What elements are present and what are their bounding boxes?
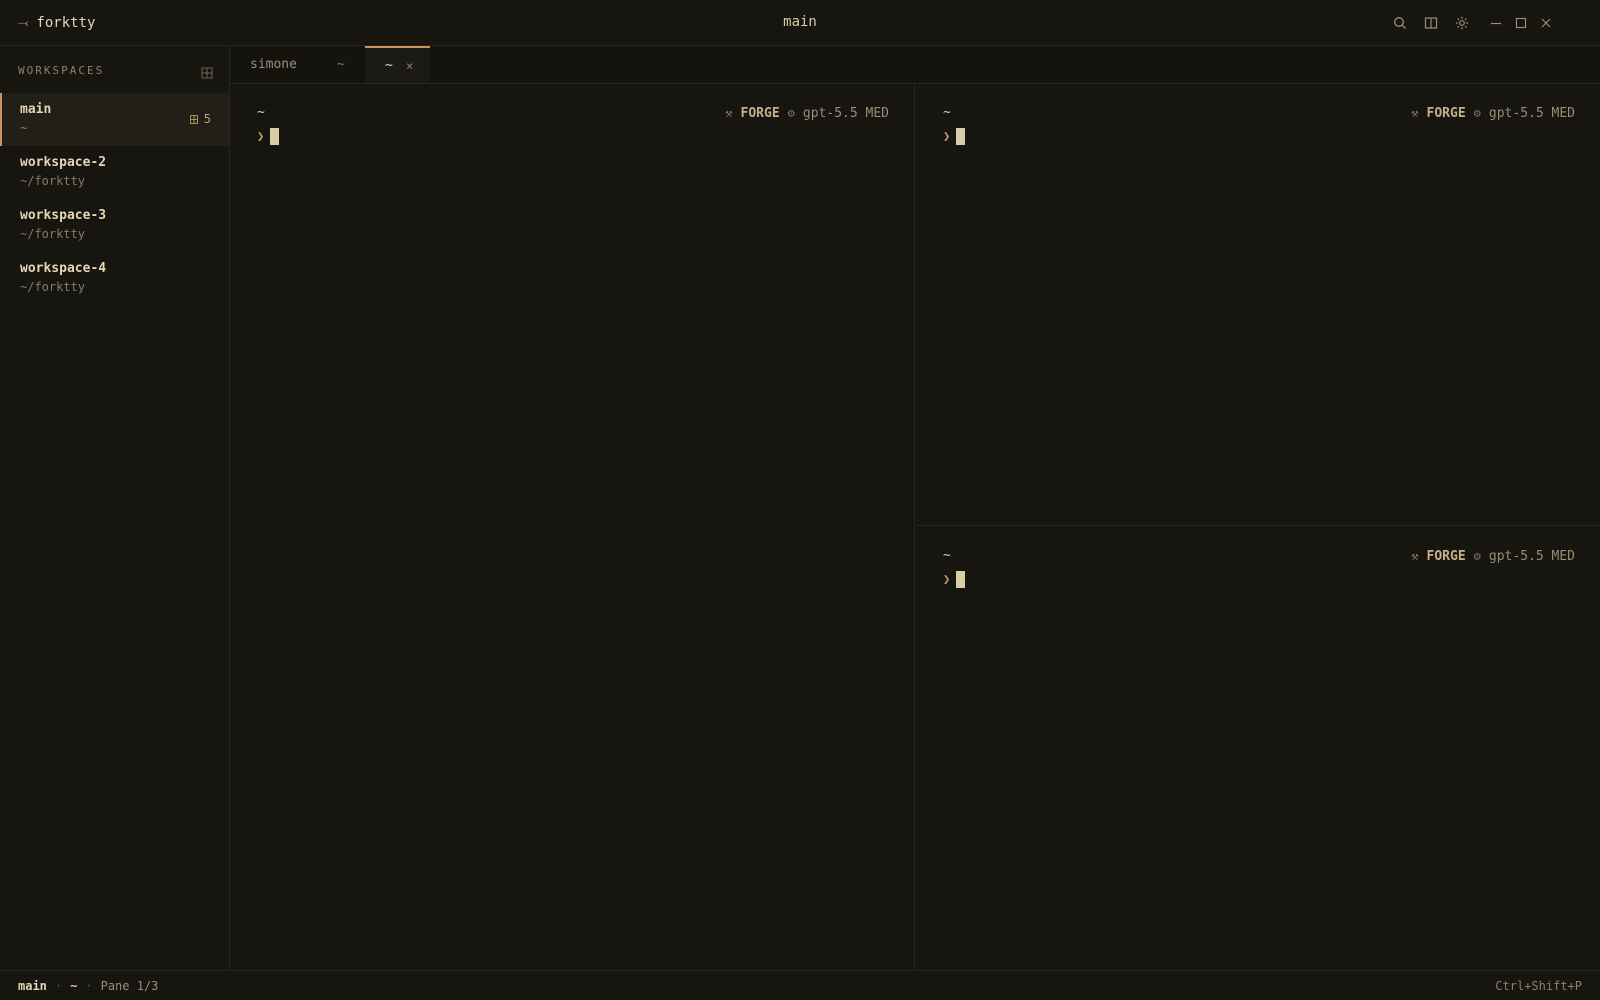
tab-simone[interactable]: simone ~: [230, 46, 365, 83]
workspace-item-main[interactable]: main ~ 5: [0, 93, 229, 146]
prompt-line: ❯: [943, 570, 966, 588]
title-bar: ⤙ forktty main: [0, 0, 1600, 46]
status-pane-indicator: Pane 1/3: [100, 979, 159, 993]
workspace-name: workspace-4: [20, 261, 107, 276]
terminal-pane-1[interactable]: ~ ❯ ⚒ FORGE ⚙ gpt-5.5 MED: [230, 84, 915, 970]
tab-close-icon[interactable]: ×: [406, 59, 413, 73]
workspaces-sidebar: WORKSPACES main ~ 5 workspace-2 ~/forktt…: [0, 46, 230, 970]
workspace-path: ~/forktty: [20, 227, 86, 241]
workspace-name: workspace-2: [20, 155, 107, 170]
title-bar-controls: [0, 12, 1600, 34]
tab-strip: simone ~ ~ ×: [230, 46, 1600, 84]
settings-icon[interactable]: [1451, 12, 1473, 34]
pane-count: 5: [203, 112, 211, 126]
workspace-item-workspace-4[interactable]: workspace-4 ~/forktty: [0, 252, 229, 305]
panes-icon: [189, 114, 198, 124]
new-workspace-icon[interactable]: [201, 64, 213, 79]
status-cwd: ~: [70, 979, 78, 993]
agent-status: ⚒ FORGE ⚙ gpt-5.5 MED: [1411, 105, 1575, 121]
terminal-pane-3[interactable]: ~ ❯ ⚒ FORGE ⚙ gpt-5.5 MED: [916, 527, 1600, 970]
status-separator: ·: [54, 979, 63, 993]
tab-label: simone: [250, 57, 297, 72]
tab-label: ~: [385, 58, 393, 73]
hammer-icon: ⚒: [1411, 549, 1419, 563]
model-label: gpt-5.5 MED: [1488, 105, 1575, 121]
prompt-line: ❯: [257, 127, 280, 145]
workspace-item-workspace-3[interactable]: workspace-3 ~/forktty: [0, 199, 229, 252]
agent-name: FORGE: [1426, 105, 1466, 121]
prompt-line: ❯: [943, 127, 966, 145]
workspace-item-workspace-2[interactable]: workspace-2 ~/forktty: [0, 146, 229, 199]
tab-path: ~: [337, 57, 345, 72]
agent-name: FORGE: [1426, 548, 1466, 564]
terminal-cursor: [956, 127, 966, 145]
hammer-icon: ⚒: [1411, 106, 1419, 120]
minimize-icon[interactable]: [1485, 12, 1507, 34]
sidebar-header: WORKSPACES: [18, 64, 105, 77]
pane-cwd: ~: [943, 105, 951, 120]
close-icon[interactable]: [1535, 12, 1557, 34]
pane-cwd: ~: [257, 105, 265, 120]
workspace-path: ~/forktty: [20, 280, 86, 294]
agent-status: ⚒ FORGE ⚙ gpt-5.5 MED: [725, 105, 889, 121]
pane-cwd: ~: [943, 548, 951, 563]
prompt-chevron-icon: ❯: [257, 129, 265, 143]
status-bar: main · ~ · Pane 1/3 Ctrl+Shift+P: [0, 970, 1600, 1000]
terminal-cursor: [270, 127, 280, 145]
status-left: main · ~ · Pane 1/3: [18, 979, 158, 993]
gear-icon: ⚙: [1473, 106, 1481, 120]
search-icon[interactable]: [1389, 12, 1411, 34]
workspace-path: ~/forktty: [20, 174, 86, 188]
split-view-icon[interactable]: [1420, 12, 1442, 34]
status-workspace: main: [18, 979, 47, 993]
status-separator: ·: [85, 979, 93, 993]
terminal-pane-2[interactable]: ~ ❯ ⚒ FORGE ⚙ gpt-5.5 MED: [916, 84, 1600, 526]
prompt-chevron-icon: ❯: [943, 572, 951, 586]
hammer-icon: ⚒: [725, 106, 733, 120]
prompt-chevron-icon: ❯: [943, 129, 951, 143]
model-label: gpt-5.5 MED: [802, 105, 889, 121]
command-palette-shortcut: Ctrl+Shift+P: [1495, 979, 1582, 993]
agent-status: ⚒ FORGE ⚙ gpt-5.5 MED: [1411, 548, 1575, 564]
tab-home[interactable]: ~ ×: [365, 46, 430, 83]
gear-icon: ⚙: [1473, 549, 1481, 563]
terminal-cursor: [956, 570, 966, 588]
model-label: gpt-5.5 MED: [1488, 548, 1575, 564]
agent-name: FORGE: [740, 105, 780, 121]
workspace-name: workspace-3: [20, 208, 107, 223]
gear-icon: ⚙: [787, 106, 795, 120]
workspace-list: main ~ 5 workspace-2 ~/forktty workspace…: [0, 93, 229, 305]
pane-count-badge: 5: [189, 112, 211, 126]
maximize-icon[interactable]: [1510, 12, 1532, 34]
app-window: ⤙ forktty main WORKSPACES main ~ 5 works…: [0, 0, 1600, 1000]
